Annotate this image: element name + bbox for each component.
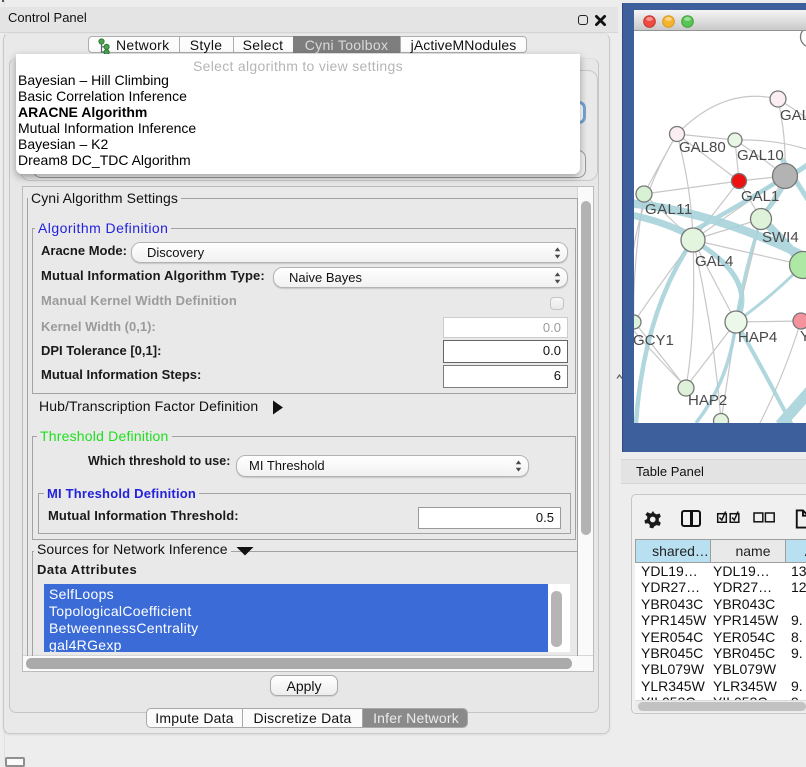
- svg-text:GCY1: GCY1: [634, 332, 674, 349]
- svg-text:Y: Y: [800, 328, 806, 345]
- svg-text:GAL11: GAL11: [645, 201, 693, 218]
- svg-text:HAP4: HAP4: [738, 329, 777, 346]
- svg-text:SWI4: SWI4: [762, 229, 799, 246]
- svg-text:GAL4: GAL4: [695, 253, 733, 270]
- svg-text:GAL1: GAL1: [741, 188, 779, 205]
- svg-text:HAP2: HAP2: [688, 392, 727, 409]
- svg-text:GAL80: GAL80: [679, 139, 726, 156]
- svg-text:GAL10: GAL10: [737, 147, 784, 164]
- svg-text:GAL: GAL: [780, 107, 806, 124]
